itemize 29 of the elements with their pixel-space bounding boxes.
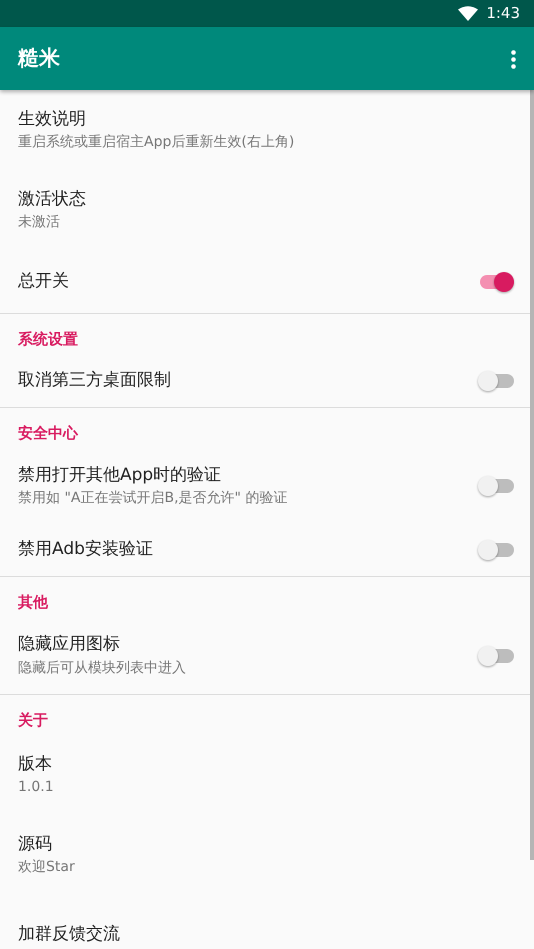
category-header: 其他 bbox=[17, 592, 49, 613]
setting-title[interactable]: 源码 bbox=[18, 832, 516, 858]
wifi-icon bbox=[458, 6, 478, 21]
setting-summary: 1.0.1 bbox=[18, 778, 55, 798]
toggle-switch[interactable] bbox=[478, 644, 514, 666]
setting-title[interactable]: 加群反馈交流 bbox=[18, 922, 516, 948]
toggle-switch[interactable] bbox=[478, 539, 514, 561]
setting-summary: 未激活 bbox=[18, 213, 61, 232]
setting-title[interactable]: 总开关 bbox=[18, 268, 478, 294]
toggle-switch[interactable] bbox=[478, 270, 514, 292]
category-header: 系统设置 bbox=[17, 329, 79, 350]
setting-title[interactable]: 禁用Adb安装验证 bbox=[18, 537, 478, 563]
setting-summary: 隐藏后可从模块列表中进入 bbox=[18, 658, 187, 678]
setting-title[interactable]: 禁用打开其他App时的验证 bbox=[18, 462, 478, 488]
status-time: 1:43 bbox=[486, 3, 520, 24]
setting-title[interactable]: 激活状态 bbox=[18, 186, 516, 212]
setting-title[interactable]: 版本 bbox=[18, 752, 516, 778]
app-title: 糙米 bbox=[18, 44, 60, 72]
category-header: 关于 bbox=[16, 710, 49, 730]
more-options-icon[interactable] bbox=[511, 50, 516, 69]
setting-summary: 禁用如 "A正在尝试开启B,是否允许" 的验证 bbox=[18, 489, 288, 508]
setting-summary: 欢迎Star bbox=[18, 858, 76, 878]
setting-summary: 重启系统或重启宿主App后重新生效(右上角) bbox=[18, 133, 296, 152]
toggle-switch[interactable] bbox=[478, 370, 514, 392]
setting-title[interactable]: 隐藏应用图标 bbox=[18, 632, 478, 658]
setting-title[interactable]: 取消第三方桌面限制 bbox=[18, 368, 478, 394]
toggle-switch[interactable] bbox=[478, 475, 514, 497]
setting-title[interactable]: 生效说明 bbox=[18, 106, 516, 132]
category-header: 安全中心 bbox=[17, 422, 80, 444]
